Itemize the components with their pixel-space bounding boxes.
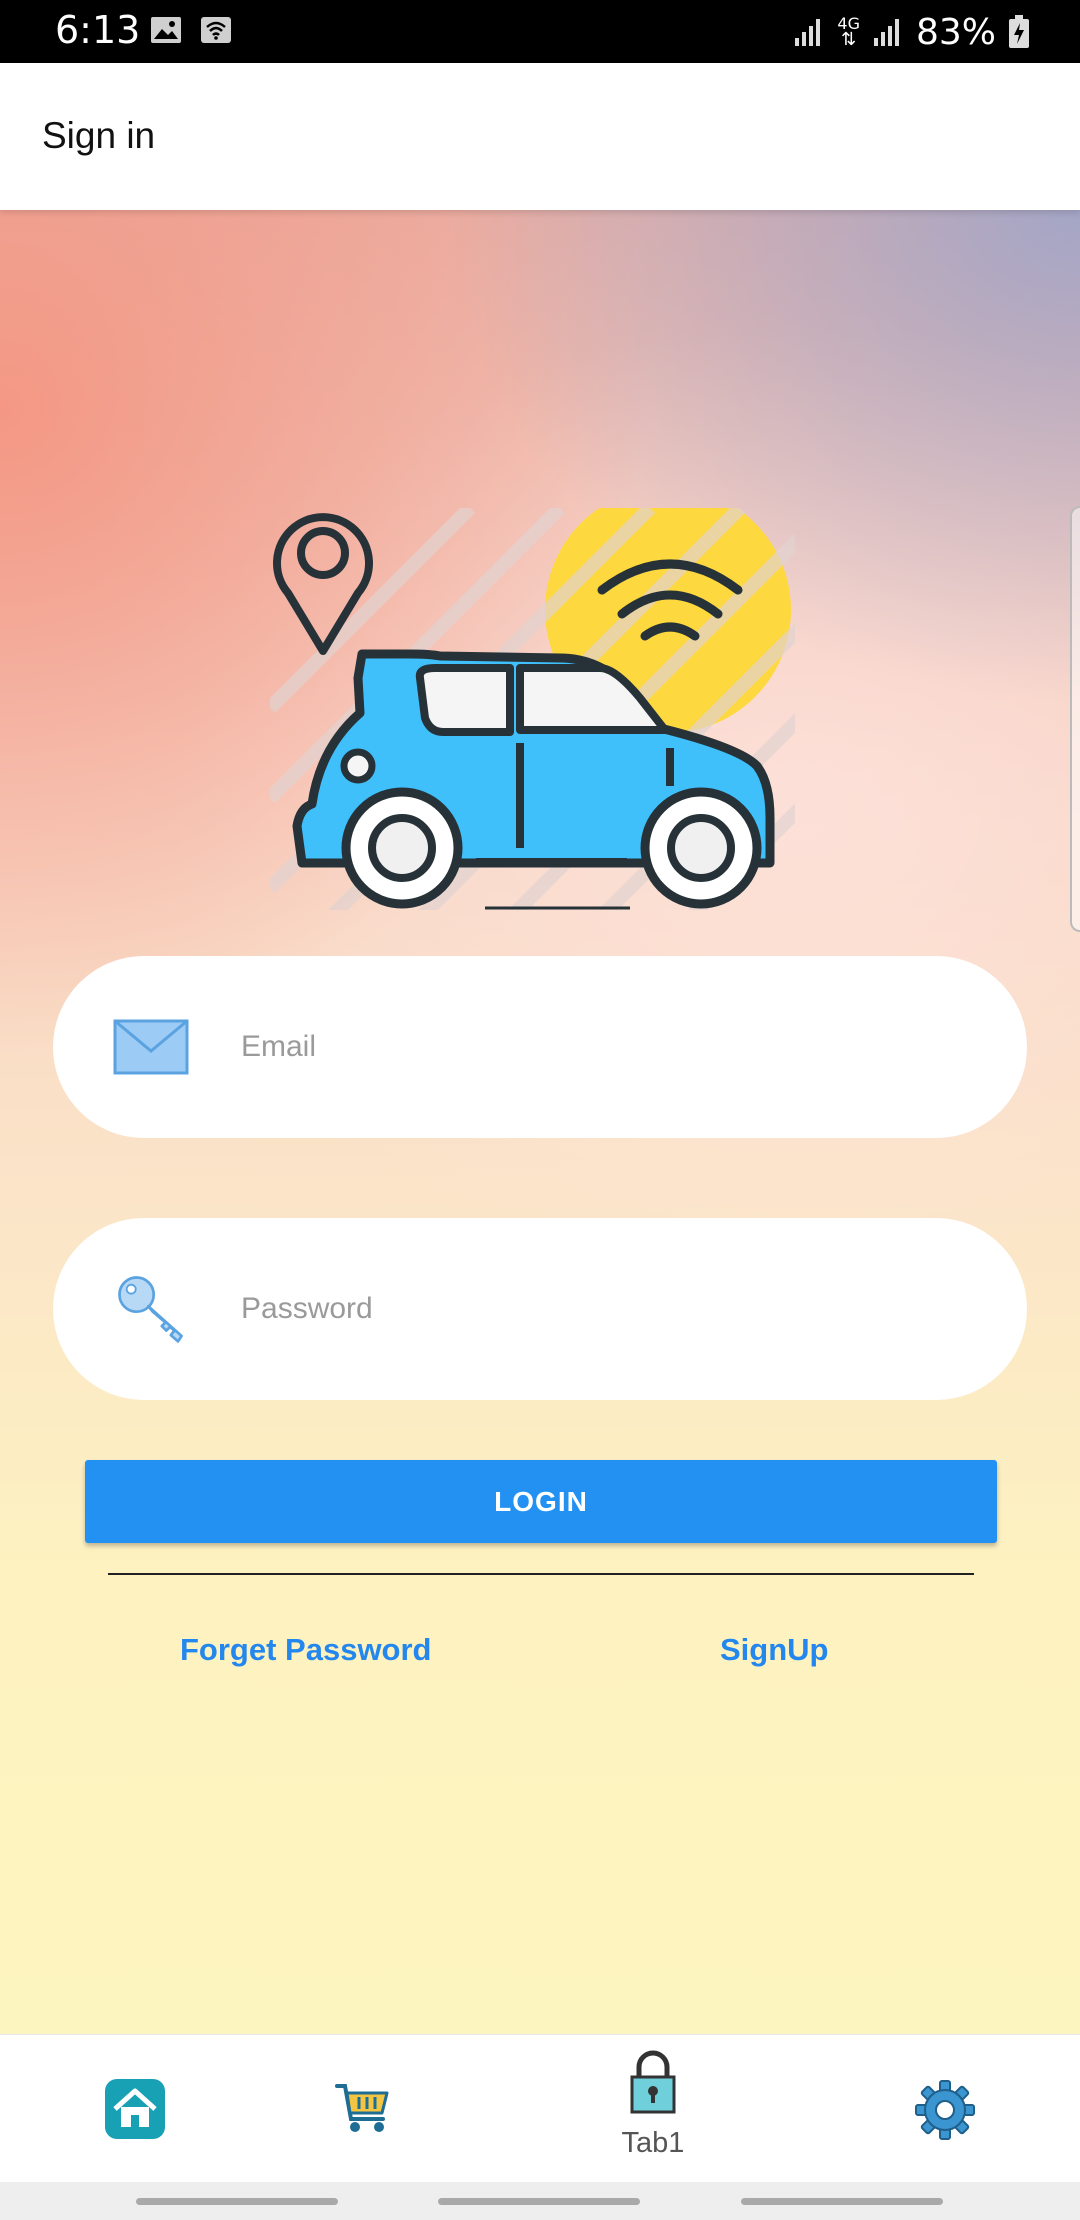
signup-link[interactable]: SignUp [720,1632,829,1668]
gallery-icon [151,17,181,43]
sign-in-content: LOGIN Forget Password SignUp [0,210,1080,2034]
battery-icon [1009,15,1029,48]
password-input[interactable] [241,1268,961,1350]
status-bar: 6:13 4G ⇅ 83% [0,0,1080,63]
key-icon [118,1276,183,1343]
network-type: 4G ⇅ [837,16,860,50]
divider [108,1573,974,1575]
battery-percent: 83% [915,11,996,53]
tab-settings[interactable] [875,2035,1015,2183]
email-pill [53,956,1027,1138]
tab1-label: Tab1 [621,2127,685,2159]
tab-tab1[interactable]: Tab1 [583,2035,723,2183]
data-arrows-icon: ⇅ [841,29,857,50]
gear-icon [915,2080,975,2140]
email-input[interactable] [241,1006,961,1088]
car-location-illustration [270,508,795,910]
home-icon [105,2079,165,2139]
gesture-pill-center[interactable] [438,2198,640,2205]
forget-password-link[interactable]: Forget Password [180,1632,432,1668]
scroll-handle[interactable] [1070,506,1080,932]
login-button[interactable]: LOGIN [85,1460,997,1543]
cart-icon [335,2084,389,2132]
system-gesture-bar [0,2182,1080,2220]
signal-icon [795,19,821,46]
signal-icon-2 [873,19,899,46]
gesture-pill-right[interactable] [741,2198,943,2205]
password-pill [53,1218,1027,1400]
envelope-icon [113,1019,189,1075]
status-time: 6:13 [55,8,141,52]
page-title: Sign in [42,115,156,156]
gesture-pill-left[interactable] [136,2198,338,2205]
tab-home[interactable] [65,2035,205,2183]
status-right: 4G ⇅ 83% [793,8,1030,56]
tab-cart[interactable] [292,2035,432,2183]
lock-icon [630,2050,676,2114]
app-header: Sign in [0,63,1080,210]
wifi-status-icon [201,17,231,43]
bottom-nav: Tab1 [0,2034,1080,2182]
